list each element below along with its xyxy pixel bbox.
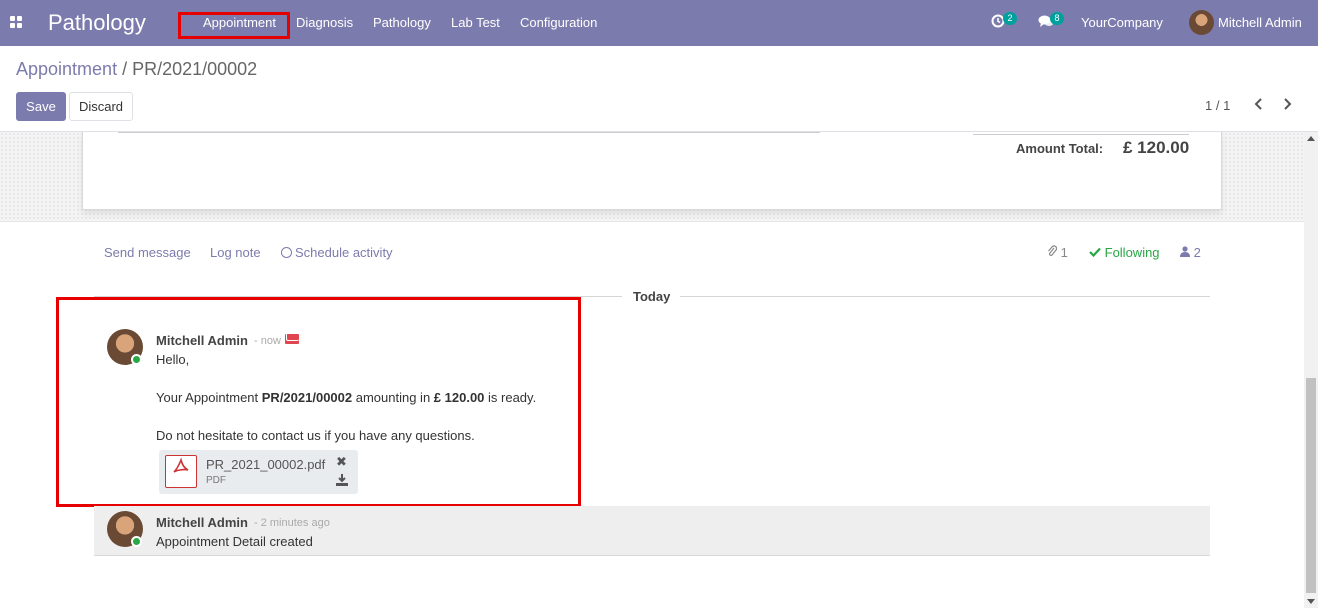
pager-value[interactable]: 1 / 1: [1205, 98, 1230, 113]
send-message-button[interactable]: Send message: [104, 245, 191, 260]
amount-total-value: £ 120.00: [1123, 138, 1190, 157]
order-lines-divider: [118, 132, 820, 133]
date-separator-line-right: [680, 296, 1210, 297]
company-switcher[interactable]: YourCompany: [1081, 15, 1163, 30]
totals-divider: [973, 134, 1189, 135]
message-time: - 2 minutes ago: [254, 517, 330, 529]
user-icon: [1180, 245, 1194, 260]
scroll-down-arrow-icon[interactable]: [1307, 599, 1315, 604]
breadcrumb-separator: /: [122, 59, 128, 79]
menu-diagnosis[interactable]: Diagnosis: [296, 15, 353, 30]
follower-count: 2: [1193, 245, 1201, 260]
message-author[interactable]: Mitchell Admin: [156, 515, 248, 530]
menu-lab-test[interactable]: Lab Test: [451, 15, 500, 30]
top-navbar: Pathology Appointment Diagnosis Patholog…: [0, 0, 1318, 46]
paperclip-icon: [1047, 245, 1061, 260]
date-separator-label: Today: [633, 289, 671, 304]
log-note-button[interactable]: Log note: [210, 245, 261, 260]
attachments-button[interactable]: 1: [1047, 245, 1068, 260]
breadcrumb-parent[interactable]: Appointment: [16, 59, 117, 79]
save-button[interactable]: Save: [16, 92, 66, 121]
apps-menu-icon[interactable]: [10, 16, 23, 29]
followers-button[interactable]: 2: [1180, 245, 1201, 260]
scrollbar-thumb[interactable]: [1306, 378, 1316, 593]
message-body: Appointment Detail created: [156, 534, 313, 549]
schedule-activity-button[interactable]: Schedule activity: [281, 245, 393, 260]
breadcrumb: Appointment / PR/2021/00002: [16, 59, 257, 80]
clock-icon: [281, 247, 292, 258]
menu-pathology[interactable]: Pathology: [373, 15, 431, 30]
check-icon: [1089, 245, 1105, 260]
annotation-highlight-box: [56, 297, 581, 507]
control-panel: Appointment / PR/2021/00002 Save Discard 1…: [0, 46, 1318, 132]
message-count-badge: 8: [1050, 12, 1064, 25]
following-label: Following: [1104, 245, 1160, 260]
breadcrumb-current: PR/2021/00002: [132, 59, 258, 79]
vertical-scrollbar[interactable]: [1304, 132, 1318, 608]
attachment-count: 1: [1060, 245, 1068, 260]
discard-button[interactable]: Discard: [69, 92, 133, 121]
scroll-up-arrow-icon[interactable]: [1307, 136, 1315, 141]
chevron-right-icon[interactable]: [1282, 97, 1292, 114]
user-avatar[interactable]: [1189, 10, 1214, 35]
schedule-activity-label: Schedule activity: [295, 245, 393, 260]
following-button[interactable]: Following: [1089, 245, 1160, 260]
amount-total-label: Amount Total:: [1016, 141, 1104, 156]
app-brand[interactable]: Pathology: [48, 10, 146, 36]
menu-configuration[interactable]: Configuration: [520, 15, 597, 30]
chevron-left-icon[interactable]: [1254, 97, 1264, 114]
activity-count-badge: 2: [1003, 12, 1017, 25]
user-menu[interactable]: Mitchell Admin: [1218, 15, 1302, 30]
annotation-highlight-box: [178, 12, 290, 39]
online-status-dot: [131, 536, 142, 547]
